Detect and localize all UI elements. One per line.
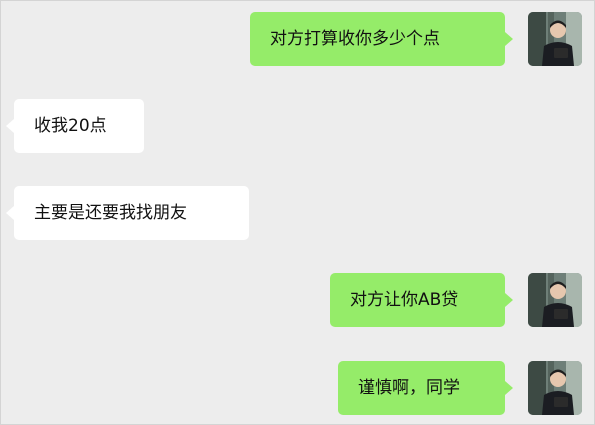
message-text: 收我20点 (34, 116, 107, 136)
bubble-tail (6, 206, 14, 220)
bubble-tail (505, 32, 513, 46)
person-photo-icon (528, 12, 582, 66)
person-photo-icon (528, 361, 582, 415)
bubble-tail (6, 119, 14, 133)
message-bubble-received[interactable]: 主要是还要我找朋友 (14, 186, 249, 240)
message-text: 谨慎啊，同学 (358, 378, 460, 398)
user-avatar[interactable] (528, 12, 582, 66)
message-text: 对方让你AB贷 (350, 290, 459, 310)
bubble-tail (505, 293, 513, 307)
user-avatar[interactable] (528, 273, 582, 327)
message-bubble-sent[interactable]: 谨慎啊，同学 (338, 361, 505, 415)
message-bubble-sent[interactable]: 对方打算收你多少个点 (250, 12, 505, 66)
chat-window: 对方打算收你多少个点 收我20点 主要是还要我找朋友 对方让你AB贷 谨慎啊，同… (0, 0, 595, 425)
user-avatar[interactable] (528, 361, 582, 415)
bubble-tail (505, 381, 513, 395)
message-bubble-sent[interactable]: 对方让你AB贷 (330, 273, 505, 327)
message-text: 主要是还要我找朋友 (34, 203, 187, 223)
message-bubble-received[interactable]: 收我20点 (14, 99, 144, 153)
person-photo-icon (528, 273, 582, 327)
message-text: 对方打算收你多少个点 (270, 29, 440, 49)
